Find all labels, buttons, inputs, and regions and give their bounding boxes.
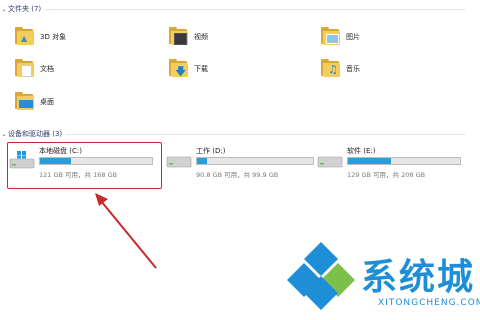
watermark-logo-icon [287,242,355,310]
watermark: 系统城 XITONGCHENG.COM [286,236,480,320]
watermark-brand: 系统城 [361,257,476,298]
watermark-url: XITONGCHENG.COM [378,298,480,308]
